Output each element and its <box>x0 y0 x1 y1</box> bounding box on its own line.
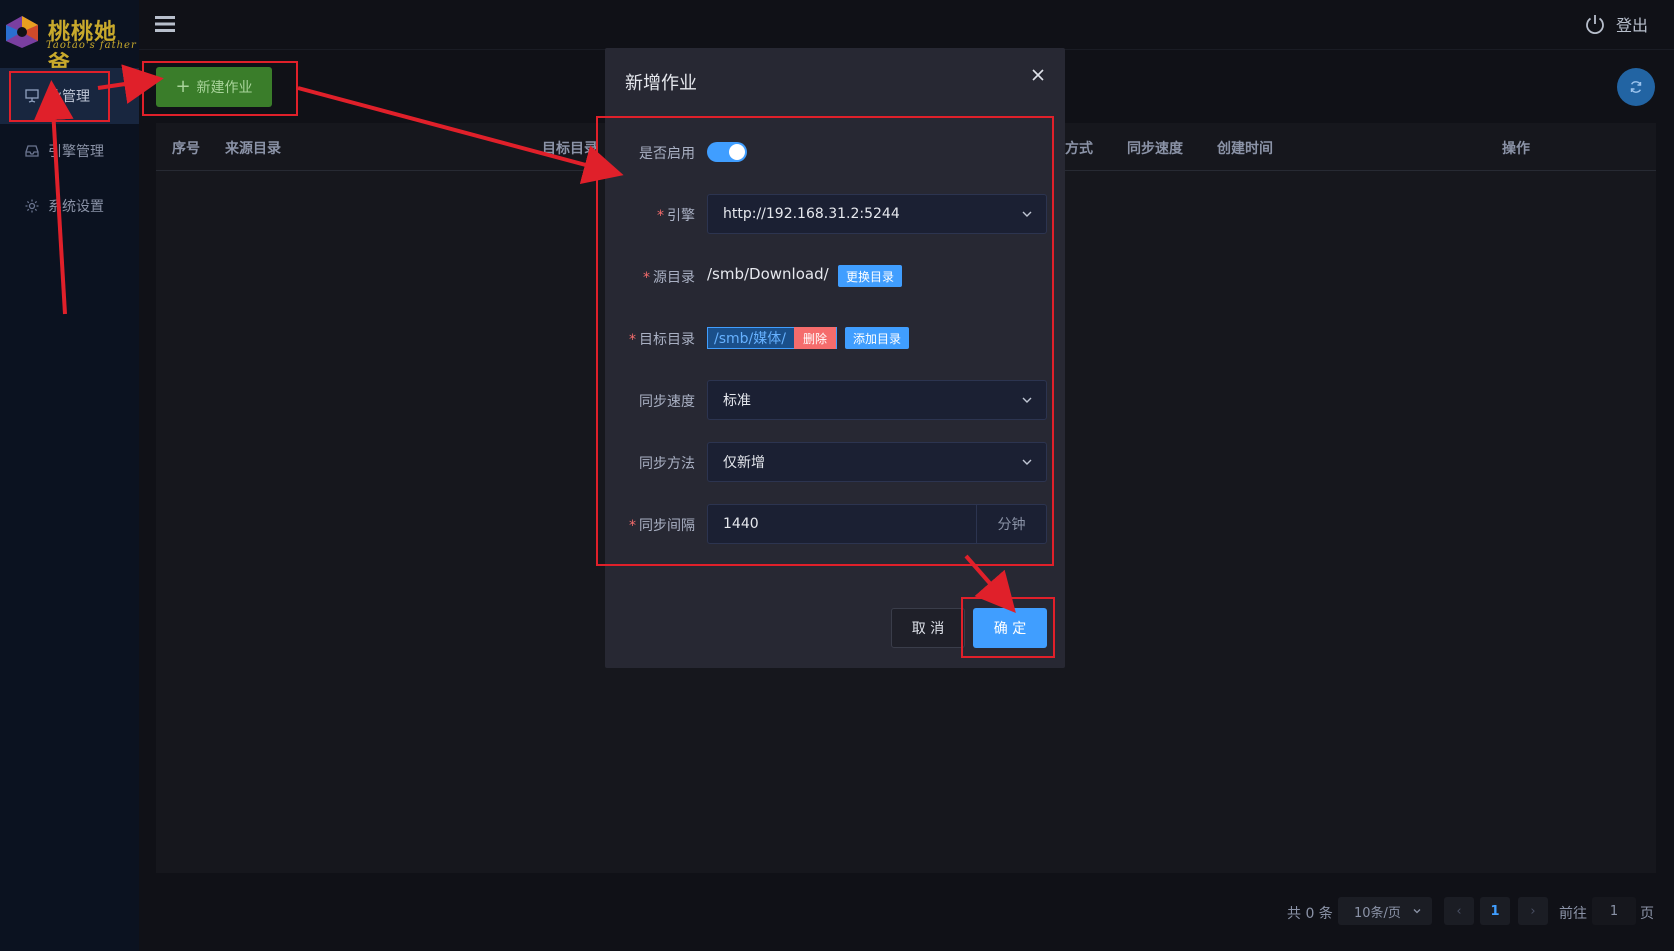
dialog-title: 新增作业 <box>625 73 697 94</box>
pagination-total: 共 0 条 <box>1287 906 1333 922</box>
gear-icon <box>25 199 39 213</box>
logout-label: 登出 <box>1615 16 1648 35</box>
logo: 桃桃她爸 Taotao's father <box>0 0 139 77</box>
column-header: 创建时间 <box>1217 141 1273 157</box>
column-header: 序号 <box>172 141 200 157</box>
inbox-icon <box>25 145 39 157</box>
column-header: 操作 <box>1502 141 1530 157</box>
close-icon[interactable] <box>1031 68 1045 82</box>
cancel-button[interactable]: 取 消 <box>891 608 965 648</box>
next-page-button[interactable]: › <box>1518 897 1548 925</box>
annotation-box-new-job <box>142 61 298 116</box>
sidebar: 桃桃她爸 Taotao's father 业管理 引擎管理 系统设置 <box>0 0 139 951</box>
power-icon <box>1586 15 1604 35</box>
chevron-down-icon <box>1413 909 1421 914</box>
sidebar-item-label: 引擎管理 <box>48 144 104 160</box>
column-header: 目标目录 <box>542 141 598 157</box>
chevron-left-icon: ‹ <box>1456 903 1462 919</box>
sidebar-item-engine-management[interactable]: 引擎管理 <box>0 123 139 179</box>
refresh-icon <box>1630 81 1642 93</box>
annotation-box-sidebar <box>9 71 110 122</box>
page-size-select[interactable]: 10条/页 <box>1338 897 1432 925</box>
top-header: 登出 <box>139 0 1674 50</box>
chevron-right-icon: › <box>1530 903 1536 919</box>
page-suffix: 页 <box>1640 906 1654 922</box>
prev-page-button[interactable]: ‹ <box>1444 897 1474 925</box>
menu-toggle-icon[interactable] <box>155 14 175 34</box>
logo-subtitle: Taotao's father <box>46 40 137 51</box>
column-header: 方式 <box>1065 141 1093 157</box>
sidebar-item-label: 系统设置 <box>48 199 104 215</box>
logout-button[interactable]: 登出 <box>1584 12 1648 36</box>
annotation-box-confirm <box>961 597 1055 658</box>
page-number-current[interactable]: 1 <box>1480 897 1510 925</box>
column-header: 来源目录 <box>225 141 281 157</box>
column-header: 同步速度 <box>1127 141 1183 157</box>
page-size-value: 10条/页 <box>1354 905 1401 921</box>
sidebar-item-system-settings[interactable]: 系统设置 <box>0 178 139 234</box>
goto-page-input[interactable]: 1 <box>1592 897 1636 925</box>
annotation-box-form <box>596 116 1054 566</box>
refresh-button[interactable] <box>1617 68 1655 106</box>
goto-label: 前往 <box>1559 906 1587 922</box>
logo-mark-icon <box>6 16 38 48</box>
